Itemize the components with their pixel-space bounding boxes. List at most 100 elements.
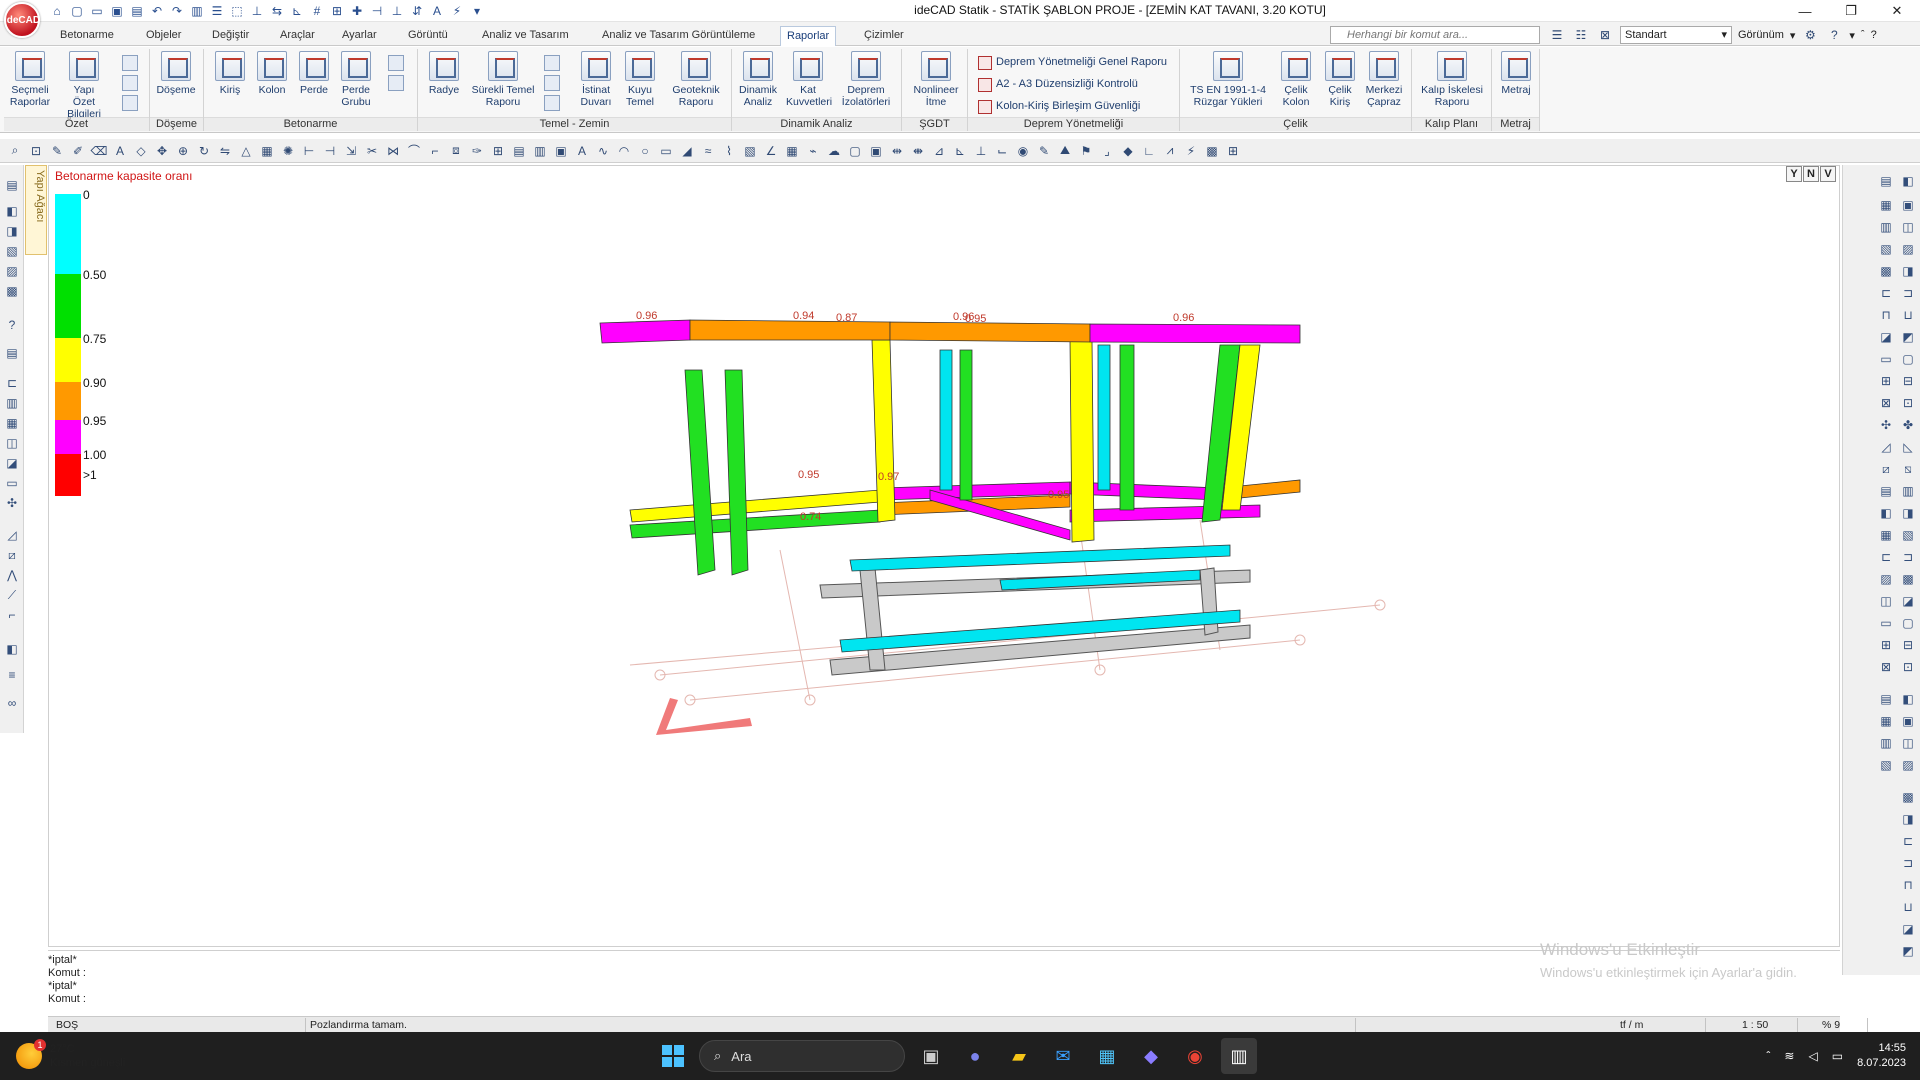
kolon-kiris-birlesim-button[interactable]: Kolon-Kiriş Birleşim Güvenliği — [976, 97, 1140, 115]
yapi-ozet-button[interactable]: Yapı Özet Bilgileri — [62, 51, 106, 120]
speaker-icon[interactable]: ◁ — [1808, 1049, 1817, 1063]
small-tool-icon[interactable] — [544, 75, 560, 91]
tab-betonarme[interactable]: Betonarme — [54, 26, 120, 46]
tool-icon[interactable]: ⊐ — [1899, 549, 1917, 565]
mountain-icon[interactable]: ⛰ — [1056, 142, 1074, 160]
axis-icon[interactable]: ⊿ — [930, 142, 948, 160]
layer-icon[interactable]: ▧ — [3, 243, 21, 259]
triangle-icon[interactable]: △ — [237, 142, 255, 160]
symbol-icon[interactable]: ? — [3, 317, 21, 333]
app-logo[interactable]: ideCAD — [4, 2, 40, 38]
chevron-down-icon[interactable]: ▾ — [1790, 29, 1796, 42]
eraser-icon[interactable]: ⌫ — [90, 142, 108, 160]
ramp-icon[interactable]: ◿ — [3, 527, 21, 543]
small-report-icon[interactable] — [122, 95, 138, 111]
tool-icon[interactable]: ✣ — [1877, 417, 1895, 433]
measure-icon[interactable]: ⊾ — [288, 2, 306, 20]
tool-icon[interactable]: ▨ — [1877, 571, 1895, 587]
layers-icon[interactable]: ☰ — [208, 2, 226, 20]
istinat-duvari-button[interactable]: İstinat Duvarı — [574, 51, 618, 115]
perde-grubu-button[interactable]: Perde Grubu — [334, 51, 378, 115]
radye-button[interactable]: Radye — [422, 51, 466, 115]
circle-icon[interactable]: ○ — [636, 142, 654, 160]
qat-dropdown-icon[interactable]: ▾ — [468, 2, 486, 20]
snap-icon[interactable]: ⊞ — [328, 2, 346, 20]
tool-icon[interactable]: ⊏ — [1899, 833, 1917, 849]
tab-goruntu[interactable]: Görüntü — [402, 26, 454, 46]
new-file-icon[interactable]: ▢ — [68, 2, 86, 20]
snap-end-icon[interactable]: ⊣ — [368, 2, 386, 20]
tool-icon[interactable]: ▣ — [1899, 713, 1917, 729]
tool-icon[interactable]: ▥ — [1877, 219, 1895, 235]
tab-raporlar[interactable]: Raporlar — [780, 26, 837, 46]
tool-icon[interactable]: ◨ — [1899, 263, 1917, 279]
tool-icon[interactable]: ◧ — [1877, 505, 1895, 521]
tool-icon[interactable]: ◨ — [1899, 505, 1917, 521]
column-icon[interactable]: ▥ — [3, 395, 21, 411]
frame-icon[interactable]: ▢ — [846, 142, 864, 160]
tool-icon[interactable]: ⊐ — [1899, 855, 1917, 871]
truss-icon[interactable]: ⋀ — [3, 567, 21, 583]
tool-icon[interactable]: ◧ — [1899, 173, 1917, 189]
deprem-izolatorleri-button[interactable]: Deprem İzolatörleri — [836, 51, 896, 115]
dim2-icon[interactable]: ⇼ — [909, 142, 927, 160]
rectangle-icon[interactable]: ▭ — [657, 142, 675, 160]
join-icon[interactable]: ⋈ — [384, 142, 402, 160]
frame2-icon[interactable]: ▣ — [867, 142, 885, 160]
text-icon[interactable]: A — [428, 2, 446, 20]
tab-degistir[interactable]: Değiştir — [206, 26, 255, 46]
tool-icon[interactable]: ⊔ — [1899, 307, 1917, 323]
link-icon[interactable]: ⌁ — [804, 142, 822, 160]
battery-icon[interactable]: ▭ — [1832, 1049, 1843, 1063]
tool-icon[interactable]: ▧ — [1877, 757, 1895, 773]
tool-icon[interactable]: ▩ — [1877, 263, 1895, 279]
chrome-icon[interactable]: ◉ — [1177, 1038, 1213, 1074]
align-icon[interactable]: ⇆ — [268, 2, 286, 20]
wall-icon[interactable]: ▦ — [3, 415, 21, 431]
stretch-icon[interactable]: ⇲ — [342, 142, 360, 160]
tool-icon[interactable]: ▢ — [1899, 615, 1917, 631]
style-combo[interactable]: Standart ▾ — [1620, 26, 1732, 44]
fillet-icon[interactable]: ⌒ — [405, 142, 423, 160]
copy-icon[interactable]: ⊕ — [174, 142, 192, 160]
tab-analiz-goruntuleme[interactable]: Analiz ve Tasarım Görüntüleme — [596, 26, 761, 46]
weather-widget[interactable]: 1 27°C Kısmen güneşli — [16, 1039, 125, 1072]
media-icon[interactable]: ◆ — [1133, 1038, 1169, 1074]
axes-icon[interactable]: ∟ — [1140, 142, 1158, 160]
image-icon[interactable]: ▣ — [552, 142, 570, 160]
tool-icon[interactable]: ⊟ — [1899, 373, 1917, 389]
tool-icon[interactable]: ▤ — [1877, 483, 1895, 499]
tool-icon[interactable]: ▤ — [1877, 691, 1895, 707]
curve-icon[interactable]: ⌇ — [720, 142, 738, 160]
kiris-button[interactable]: Kiriş — [208, 51, 252, 115]
layer-icon[interactable]: ◧ — [3, 203, 21, 219]
dimension-icon[interactable]: ⊥ — [248, 2, 266, 20]
angle-icon[interactable]: ∠ — [762, 142, 780, 160]
view-y-button[interactable]: Y — [1786, 166, 1802, 182]
tool-icon[interactable]: ▨ — [1899, 757, 1917, 773]
tool-icon[interactable]: ▦ — [1877, 197, 1895, 213]
layer-icon[interactable]: ◨ — [3, 223, 21, 239]
small-tool-icon[interactable] — [544, 95, 560, 111]
chart-icon[interactable]: ▧ — [741, 142, 759, 160]
tool-icon[interactable]: ▤ — [1877, 173, 1895, 189]
chevron-up-icon[interactable]: ˆ — [1766, 1049, 1770, 1063]
foundation-icon[interactable]: ✣ — [3, 495, 21, 511]
trim-icon[interactable]: ⊢ — [300, 142, 318, 160]
tool-icon[interactable]: ◧ — [1899, 691, 1917, 707]
layer-icon[interactable]: ☰ — [1548, 26, 1566, 44]
dim-icon[interactable]: ⇹ — [888, 142, 906, 160]
tab-analiz[interactable]: Analiz ve Tasarım — [476, 26, 575, 46]
style-icon[interactable]: ⊠ — [1596, 26, 1614, 44]
deprem-genel-raporu-button[interactable]: Deprem Yönetmeliği Genel Raporu — [976, 53, 1167, 71]
help-icon[interactable]: ? — [1825, 26, 1843, 44]
wave-icon[interactable]: ≈ — [699, 142, 717, 160]
status-scale[interactable]: 1 : 50 — [1738, 1018, 1798, 1032]
tab-ayarlar[interactable]: Ayarlar — [336, 26, 383, 46]
grid-snap-icon[interactable]: # — [308, 2, 326, 20]
kolon-button[interactable]: Kolon — [250, 51, 294, 115]
tool-icon[interactable]: ✤ — [1899, 417, 1917, 433]
tool-icon[interactable]: ⊏ — [1877, 285, 1895, 301]
settings-icon[interactable]: ⚙ — [1801, 26, 1819, 44]
polygon-icon[interactable]: ◇ — [132, 142, 150, 160]
